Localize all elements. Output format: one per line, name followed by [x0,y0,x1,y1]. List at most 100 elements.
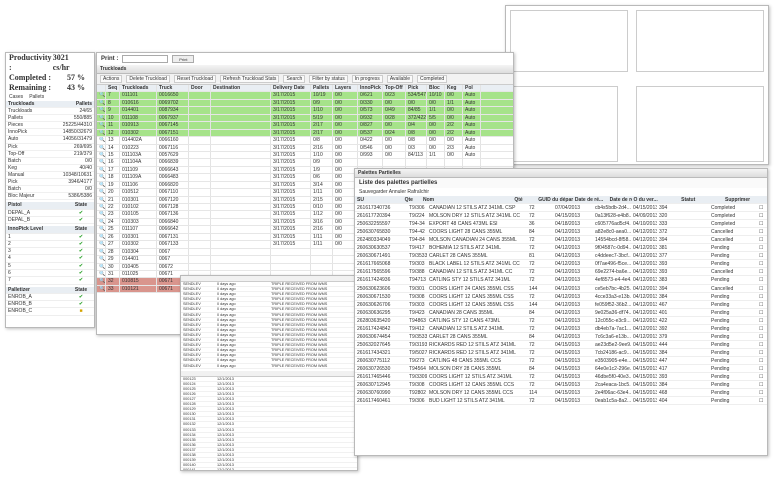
search-icon[interactable]: 🔍 [97,114,106,122]
column-header[interactable]: Seq [106,85,120,92]
column-header[interactable]: InnoPick [358,85,383,92]
toolbar-button[interactable]: Available [386,75,414,83]
delete-checkbox[interactable]: ☐ [757,309,763,316]
palette-row[interactable]: 250632255597 T94-34 EXPORT 48 CANS 473ML E… [355,220,767,229]
column-header[interactable]: Nom [421,196,512,203]
column-header[interactable]: Date de ré... [573,196,608,203]
search-icon[interactable]: 🔍 [97,233,106,241]
search-icon[interactable]: 🔍 [97,263,106,270]
search-icon[interactable]: 🔍 [97,248,106,255]
delete-checkbox[interactable]: ☐ [757,212,763,219]
truckload-row[interactable]: 🔍 15 011103A 0057629 3/17/2015 1/10 0/0 0/993 0/… [97,151,513,160]
config-list-bottom-left[interactable] [510,86,618,162]
search-icon[interactable]: 🔍 [97,151,106,159]
column-header[interactable]: Truck [157,85,189,92]
column-header[interactable]: Delivery Date [271,85,311,92]
print-select[interactable] [122,55,169,63]
palette-row[interactable]: 250630623606 T9/301 COORS LIGHT 24 CANS 35… [355,285,767,293]
column-header[interactable]: Date de ré... [608,196,632,203]
delete-checkbox[interactable]: ☐ [757,317,763,324]
column-header[interactable]: SU [355,196,403,203]
toolbar-button[interactable]: Search [283,75,306,83]
column-header[interactable]: Keg [445,85,463,92]
search-icon[interactable]: 🔍 [97,270,106,278]
config-list-bottom-right[interactable] [636,86,764,162]
config-list-left[interactable] [510,10,628,72]
delete-checkbox[interactable]: ☐ [757,276,763,283]
palette-row[interactable]: 261617340736 T9/306 CANADIAN 12 STILS ATZ … [355,204,767,213]
delete-checkbox[interactable]: ☐ [757,365,763,372]
column-header[interactable]: GUID du départ [536,196,573,203]
state-row[interactable]: 3 ✔ [6,248,94,256]
search-icon[interactable]: 🔍 [97,129,106,136]
column-header[interactable]: Pick [406,85,427,92]
truckload-row[interactable]: 🔍 16 011104A 0066839 3/17/2015 0/9 0/0 [97,159,513,167]
search-icon[interactable]: 🔍 [97,174,106,181]
delete-checkbox[interactable]: ☐ [757,204,763,211]
log-row[interactable]: 000141 12/1/2013 [181,468,357,470]
state-row[interactable]: 2 ✔ [6,241,94,249]
palette-row[interactable]: 260630671491 T9/3533 CARLET 28 CANS 355ML 8… [355,252,767,261]
palette-row[interactable]: 260630726530 T94564 MOLSON DRY 28 CANS 355… [355,365,767,374]
palette-row[interactable]: 260630712945 T9/308 COORS LIGHT 12 CANS 35… [355,381,767,390]
palette-row[interactable]: 260630630537 T9/417 BOHEMIA 12 STILS ATZ 3… [355,244,767,253]
truckload-row[interactable]: 🔍 14 010223 0067116 3/17/2015 2/16 0/0 0/546 0/0… [97,144,513,152]
palette-row[interactable]: 261617665068 T9/303 BLACK LABEL 12 STILS A… [355,260,767,269]
state-row[interactable]: 4 ✔ [6,255,94,263]
search-icon[interactable]: 🔍 [97,204,106,211]
toolbar-button[interactable]: Delete Truckload [126,75,170,83]
search-icon[interactable]: 🔍 [97,218,106,226]
delete-checkbox[interactable]: ☐ [757,357,763,364]
search-icon[interactable]: 🔍 [97,144,106,151]
palette-row[interactable]: 261617434321 T9/5027 RICKARDS RED 12 STILS… [355,349,767,357]
palette-row[interactable]: 250630765830 T94-42 COORS LIGHT 28 CANS 35… [355,228,767,237]
truckload-row[interactable]: 🔍 11 010913 0067145 3/17/2015 2/17 0/0 0/827 0/0… [97,122,513,130]
truckload-row[interactable]: 🔍 8 010616 0069702 3/17/2015 0/9 0/0 0/330 0/0 0/… [97,99,513,108]
column-header[interactable]: Supprimer [723,196,767,203]
search-icon[interactable]: 🔍 [97,285,106,293]
column-header[interactable]: Statut [679,196,723,203]
toolbar-button[interactable]: Filter by status [309,75,348,83]
search-icon[interactable]: 🔍 [97,211,106,218]
palette-row[interactable]: 260630674454 T9/3533 CARLET 28 CANS 355ML 8… [355,333,767,341]
delete-checkbox[interactable]: ☐ [757,220,763,227]
delete-checkbox[interactable]: ☐ [757,244,763,251]
delete-checkbox[interactable]: ☐ [757,301,763,308]
palette-row[interactable]: 261617565596 T9/388 CANADIAN 12 STILS ATZ … [355,268,767,277]
palette-row[interactable]: 261617465446 T9/3309 COORS LIGHT 12 STILS … [355,373,767,382]
state-row[interactable]: ENROB_A ✔ [6,294,94,302]
toolbar-button[interactable]: Completed [417,75,448,83]
palette-row[interactable]: 262480334049 T94-84 MOLSON CANADIAN 24 CAN… [355,236,767,245]
search-icon[interactable]: 🔍 [97,137,106,144]
filter-pallets[interactable]: Pallets [29,94,44,100]
column-header[interactable]: Bloc [427,85,445,92]
toolbar-button[interactable]: Actions [100,75,123,83]
delete-checkbox[interactable]: ☐ [757,228,763,235]
palette-row[interactable]: 261617460461 T9/306 BUD LIGHT 12 STILS ATZ… [355,397,767,406]
column-header[interactable]: Truckloads [120,85,157,92]
truckload-row[interactable]: 🔍 13 014402A 0066160 3/17/2015 0/8 0/0 0/422 0/0… [97,137,513,145]
search-icon[interactable]: 🔍 [97,99,106,107]
truckload-row[interactable]: 🔍 7 011101 0016650 3/17/2015 10/19 0/0 0/621 0/2… [97,92,513,100]
search-icon[interactable]: 🔍 [97,256,106,263]
truckload-row[interactable]: 🔍 9 014401 0087934 3/17/2015 1/10 0/0 0/573 0/49… [97,107,513,115]
palettes-actions[interactable]: Sauvegarder Annuler Rafraîchir [355,188,767,196]
search-icon[interactable]: 🔍 [97,159,106,166]
print-button[interactable]: Print [172,55,195,63]
search-icon[interactable]: 🔍 [97,278,106,285]
toolbar-button[interactable]: Reset Truckload [173,75,217,83]
delete-checkbox[interactable]: ☐ [757,333,763,340]
delete-checkbox[interactable]: ☐ [757,341,763,348]
state-row[interactable]: 1 ✔ [6,234,94,241]
log-row[interactable]: SENDLEV 0 days ago TRIPLE RECEIVED FROM WM… [181,364,357,369]
palette-row[interactable]: 262803635420 T94863 CATLING STY 12 CANS 47… [355,317,767,325]
search-icon[interactable]: 🔍 [97,107,106,114]
column-header[interactable] [97,85,106,92]
column-header[interactable]: Pallets [311,85,333,92]
delete-checkbox[interactable]: ☐ [757,349,763,356]
delete-checkbox[interactable]: ☐ [757,381,763,388]
state-row[interactable]: DEPAL_A ✔ [6,210,94,217]
search-icon[interactable]: 🔍 [97,181,106,189]
delete-checkbox[interactable]: ☐ [757,236,763,243]
palette-row[interactable]: 260630671530 T9/308 COORS LIGHT 12 CANS 35… [355,293,767,301]
